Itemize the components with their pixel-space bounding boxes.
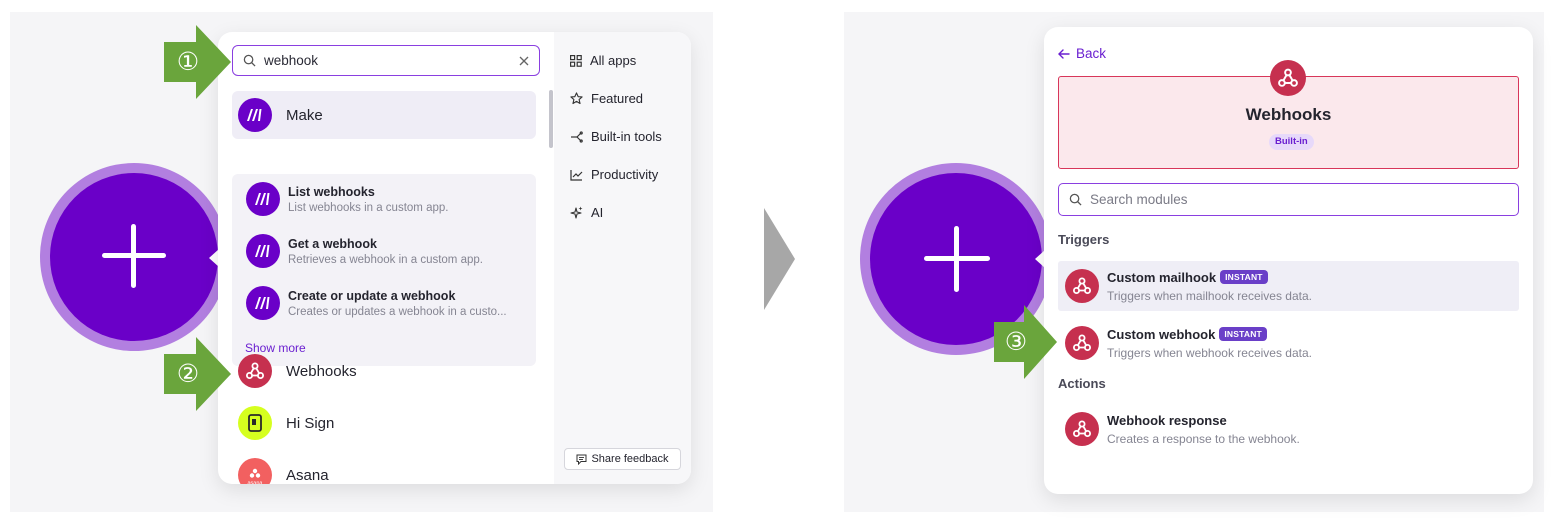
sidebar-item-featured[interactable]: Featured	[570, 91, 643, 106]
search-placeholder: Search modules	[1090, 192, 1188, 207]
feedback-label: Share feedback	[591, 453, 669, 465]
triggers-heading: Triggers	[1058, 232, 1110, 247]
search-value: webhook	[264, 53, 319, 68]
module-title: Get a webhook	[288, 236, 377, 251]
app-title: Webhooks	[1245, 105, 1332, 124]
asana-logo-icon: asana	[238, 458, 272, 484]
sidebar-item-label: Built-in tools	[591, 129, 662, 144]
app-name: Asana	[286, 466, 329, 484]
chart-icon	[570, 169, 583, 181]
callout-number: ②	[177, 359, 199, 388]
app-name: Hi Sign	[286, 414, 335, 432]
tools-icon	[571, 130, 583, 143]
callout-step-3: ③	[994, 305, 1057, 379]
module-item-custom-mailhook[interactable]: Custom mailhook INSTANT Triggers when mai…	[1058, 261, 1519, 311]
module-item-custom-webhook[interactable]: Custom webhook INSTANT Triggers when webh…	[1058, 318, 1519, 368]
module-item[interactable]: Get a webhook Retrieves a webhook in a cu…	[246, 234, 483, 268]
app-item-asana[interactable]: asana Asana	[232, 451, 536, 484]
make-logo-icon	[246, 286, 280, 320]
module-title: Webhook response	[1107, 412, 1227, 428]
callout-number: ①	[177, 47, 199, 76]
module-title: List webhooks	[288, 184, 375, 199]
make-logo-icon	[238, 98, 272, 132]
plus-icon	[924, 226, 990, 292]
built-in-badge: Built-in	[1269, 134, 1314, 150]
module-title: Custom mailhook	[1107, 269, 1217, 285]
sidebar-item-label: Featured	[591, 91, 644, 106]
app-name: Make	[286, 106, 323, 124]
module-desc: Retrieves a webhook in a custom app.	[288, 253, 483, 266]
actions-heading: Actions	[1058, 376, 1106, 391]
webhook-icon	[1065, 269, 1099, 303]
webhook-icon	[1270, 60, 1306, 96]
sidebar-item-ai[interactable]: AI	[570, 205, 603, 220]
make-module-list: List webhooks List webhooks in a custom a…	[232, 174, 536, 366]
close-icon[interactable]	[519, 56, 529, 66]
scrollbar-thumb[interactable]	[549, 90, 553, 148]
callout-number: ③	[1005, 327, 1027, 356]
module-desc: Triggers when mailhook receives data.	[1107, 288, 1312, 303]
search-icon	[243, 54, 256, 67]
module-item[interactable]: List webhooks List webhooks in a custom a…	[246, 182, 448, 216]
instant-badge: INSTANT	[1219, 327, 1267, 341]
webhook-icon	[238, 354, 272, 388]
app-name: Webhooks	[286, 362, 357, 380]
module-desc: Triggers when webhook receives data.	[1107, 345, 1312, 360]
star-icon	[570, 92, 583, 105]
sidebar-item-all-apps[interactable]: All apps	[570, 53, 636, 68]
sidebar-item-built-in-tools[interactable]: Built-in tools	[570, 129, 662, 144]
module-desc: List webhooks in a custom app.	[288, 201, 449, 214]
app-picker-popup: webhook Make List webhooks List webhooks …	[218, 32, 691, 484]
app-item-make[interactable]: Make	[232, 91, 536, 139]
search-input[interactable]: webhook	[232, 45, 540, 76]
share-feedback-button[interactable]: Share feedback	[564, 448, 681, 470]
plus-icon	[102, 224, 166, 288]
module-desc: Creates or updates a webhook in a custo.…	[288, 305, 507, 318]
back-label: Back	[1076, 46, 1107, 61]
chat-icon	[576, 454, 587, 465]
app-item-webhooks[interactable]: Webhooks	[232, 347, 536, 395]
module-search-input[interactable]: Search modules	[1058, 183, 1519, 216]
module-item[interactable]: Create or update a webhook Creates or upd…	[246, 286, 507, 320]
next-step-arrow-icon	[764, 208, 795, 310]
category-sidebar: All apps Featured Built-in tools Product…	[554, 32, 691, 484]
sidebar-item-label: All apps	[590, 53, 637, 68]
make-logo-icon	[246, 234, 280, 268]
callout-step-2: ②	[164, 337, 231, 411]
module-title: Create or update a webhook	[288, 288, 456, 303]
sidebar-item-label: AI	[591, 205, 604, 220]
module-picker-popup: Back Webhooks Built-in Search modules Tr…	[1044, 27, 1533, 494]
sidebar-item-productivity[interactable]: Productivity	[570, 167, 658, 182]
module-title: Custom webhook	[1107, 326, 1216, 342]
sparkle-icon	[570, 206, 583, 219]
svg-text:asana: asana	[248, 481, 264, 485]
search-icon	[1069, 193, 1082, 206]
back-button[interactable]: Back	[1058, 46, 1106, 61]
arrow-left-icon	[1058, 48, 1070, 59]
module-item-webhook-response[interactable]: Webhook response Creates a response to t…	[1058, 404, 1519, 454]
callout-step-1: ①	[164, 25, 231, 99]
grid-icon	[570, 54, 582, 67]
instant-badge: INSTANT	[1220, 270, 1268, 284]
sidebar-item-label: Productivity	[591, 167, 659, 182]
hi-sign-logo-icon	[238, 406, 272, 440]
webhook-icon	[1065, 412, 1099, 446]
app-item-hi-sign[interactable]: Hi Sign	[232, 399, 536, 447]
make-logo-icon	[246, 182, 280, 216]
module-desc: Creates a response to the webhook.	[1107, 431, 1300, 446]
webhook-icon	[1065, 326, 1099, 360]
